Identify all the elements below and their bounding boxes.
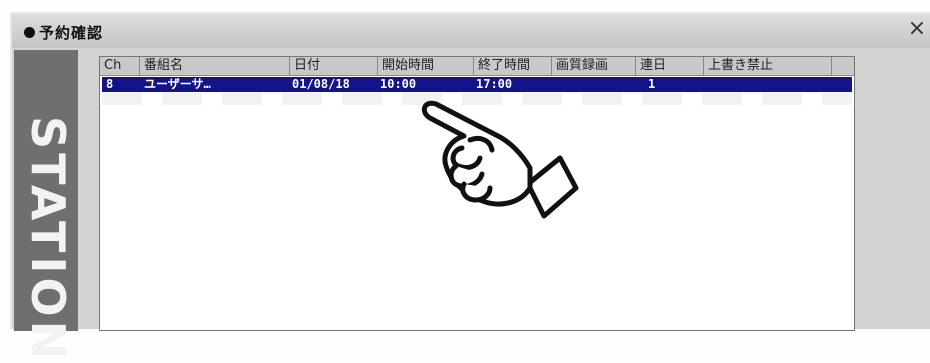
table-row[interactable]: 8 ユーザーサ… 01/08/18 10:00 17:00 1 xyxy=(102,77,852,92)
cell-program-name: ユーザーサ… xyxy=(144,77,211,91)
column-header-date[interactable]: 日付 xyxy=(290,57,378,75)
title-bar: 予約確認 × xyxy=(12,14,930,48)
cell-end-time: 17:00 xyxy=(476,77,513,91)
column-header-overwrite-protect[interactable]: 上書き禁止 xyxy=(704,57,832,75)
column-header-recording-quality[interactable]: 画質録画 xyxy=(552,57,636,75)
column-header-program-name[interactable]: 番組名 xyxy=(140,57,290,75)
column-header-filler xyxy=(832,57,856,75)
cell-start-time: 10:00 xyxy=(380,77,417,91)
list-header: Ch 番組名 日付 開始時間 終了時間 画質録画 連日 上書き禁止 xyxy=(100,57,854,76)
cell-date: 01/08/18 xyxy=(292,77,350,91)
column-header-repeat[interactable]: 連日 xyxy=(636,57,704,75)
column-header-start-time[interactable]: 開始時間 xyxy=(378,57,474,75)
column-header-end-time[interactable]: 終了時間 xyxy=(474,57,552,75)
bullet-icon xyxy=(24,27,35,38)
cell-repeat: 1 xyxy=(648,77,656,91)
cell-ch: 8 xyxy=(106,77,114,91)
pointing-hand-icon xyxy=(421,100,579,219)
window-title: 予約確認 xyxy=(39,24,104,42)
column-header-ch[interactable]: Ch xyxy=(100,57,140,75)
station-brand-text: STATION xyxy=(21,116,75,363)
station-side-band: STATION xyxy=(14,50,78,363)
close-button[interactable]: × xyxy=(906,18,928,40)
